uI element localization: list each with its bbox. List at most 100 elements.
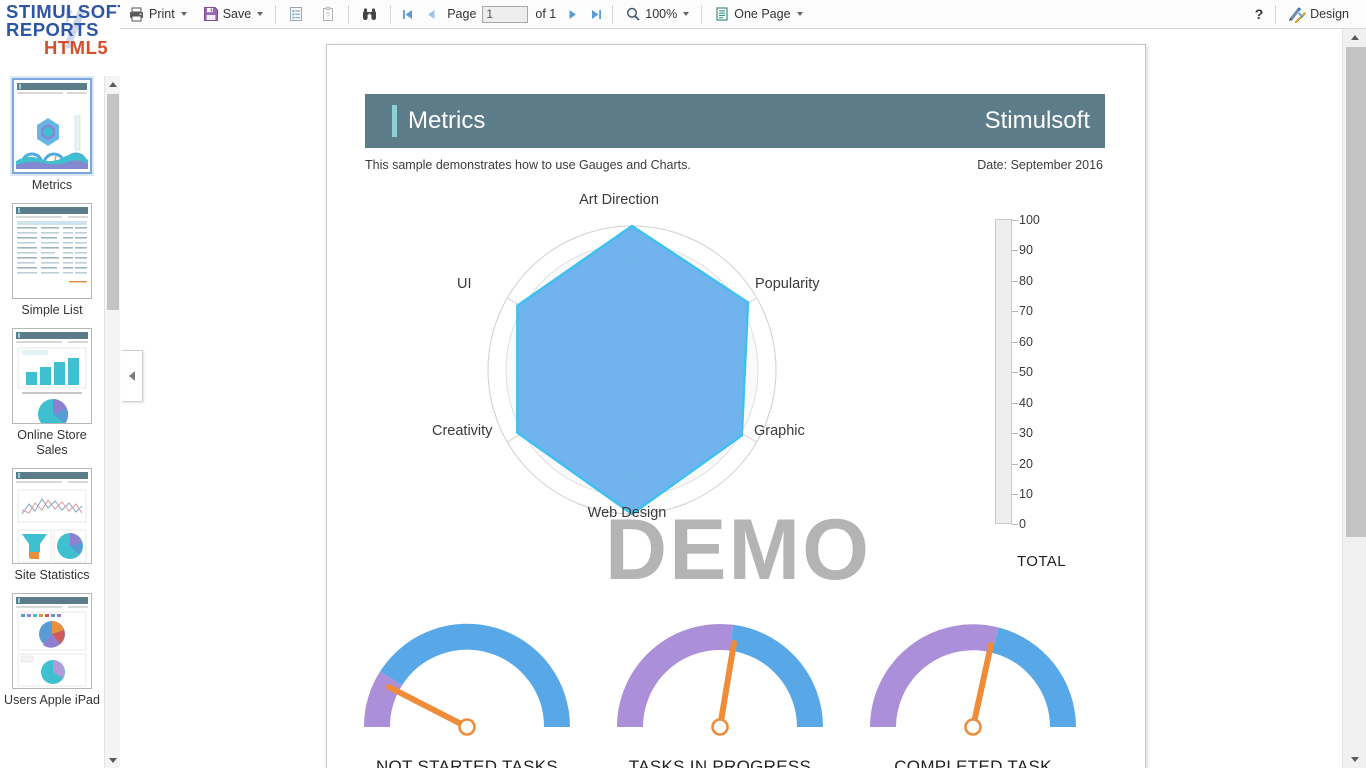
sidebar-collapse-handle[interactable]: [122, 350, 143, 402]
toolbar-divider: [612, 4, 614, 24]
report-subtitle: This sample demonstrates how to use Gaug…: [365, 158, 691, 172]
bookmarks-button[interactable]: [281, 1, 311, 28]
linear-gauge-tick-40: 40: [1019, 396, 1033, 410]
sidebar-item-online-store-sales[interactable]: Online Store Sales: [2, 328, 102, 458]
chevron-down-icon[interactable]: [796, 12, 803, 16]
report-viewport[interactable]: Metrics Stimulsoft This sample demonstra…: [120, 29, 1342, 768]
help-button[interactable]: ?: [1247, 2, 1271, 26]
chevron-up-icon: [109, 81, 117, 87]
first-page-button[interactable]: [395, 2, 419, 26]
linear-gauge-tick-80: 80: [1019, 274, 1033, 288]
report-brand: Stimulsoft: [984, 107, 1090, 134]
toolbar-divider: [1275, 4, 1277, 24]
binoculars-icon: [361, 6, 378, 23]
thumbnail-online-store-sales: [12, 328, 92, 424]
viewer-app: STIMULSOFT REPORTS HTML5 Print Save ? Pa…: [0, 0, 1366, 768]
sidebar-label-simple-list: Simple List: [21, 303, 83, 317]
sidebar-scrollbar[interactable]: [104, 76, 121, 768]
chevron-left-icon: [129, 371, 135, 381]
linear-gauge-tick-30: 30: [1019, 426, 1033, 440]
zoom-button[interactable]: 100%: [618, 1, 696, 28]
main-scrollbar[interactable]: [1342, 29, 1366, 768]
print-label: Print: [149, 7, 175, 21]
page-number-input[interactable]: [482, 5, 529, 23]
design-label: Design: [1310, 7, 1349, 21]
linear-gauge-tick-90: 90: [1019, 243, 1033, 257]
main-scrollbar-thumb[interactable]: [1346, 47, 1366, 537]
prev-page-icon: [427, 9, 435, 19]
view-mode-button[interactable]: One Page: [707, 1, 809, 28]
logo-line-3: HTML5: [44, 37, 109, 58]
one-page-icon: [714, 6, 730, 22]
radar-axis-label-creativity: Creativity: [432, 423, 493, 439]
linear-gauge-bar: [995, 219, 1012, 524]
header-accent-bar: [392, 105, 397, 137]
chevron-down-icon[interactable]: [180, 12, 187, 16]
radar-axis-label-art-direction: Art Direction: [579, 192, 659, 208]
parameters-button[interactable]: ?: [313, 1, 343, 28]
radar-chart: Art Direction Popularity Graphic Web Des…: [432, 192, 819, 535]
gauge-label-tasks-in-progress: TASKS IN PROGRESS: [628, 757, 812, 768]
report-header-band: Metrics Stimulsoft: [365, 94, 1105, 148]
svg-text:?: ?: [326, 13, 330, 20]
find-button[interactable]: [354, 1, 385, 28]
gauge-completed-task: COMPLETED TASK: [865, 605, 1081, 768]
chevron-up-icon: [1350, 35, 1359, 40]
viewer-toolbar: Print Save ? Page 1 of 1 100% One Page ?…: [120, 0, 1366, 29]
next-page-icon: [569, 9, 576, 19]
save-button[interactable]: Save: [196, 1, 271, 28]
toolbar-divider: [275, 4, 277, 24]
radar-axis-label-popularity: Popularity: [755, 276, 820, 292]
clipboard-icon: ?: [320, 6, 336, 22]
floppy-disk-icon: [203, 6, 219, 22]
linear-gauge-tick-60: 60: [1019, 335, 1033, 349]
sidebar-scrollbar-thumb[interactable]: [107, 94, 119, 310]
bookmarks-icon: [288, 6, 304, 22]
thumbnail-site-statistics: [12, 468, 92, 564]
save-label: Save: [222, 7, 252, 21]
radial-gauge-row: NOT STARTED TASKS TASKS IN PROGRESS COMP…: [327, 605, 1145, 768]
main-scroll-down-button[interactable]: [1343, 751, 1366, 768]
last-page-button[interactable]: [584, 2, 608, 26]
last-page-icon: [591, 9, 601, 19]
gauge-completed-task-svg: [870, 624, 1076, 736]
linear-gauge-tick-0: 0: [1019, 517, 1026, 531]
demo-watermark: DEMO: [605, 502, 871, 598]
page-label: Page: [447, 7, 477, 21]
report-thumbnails-sidebar[interactable]: Metrics Simple List Online Store Sales S…: [0, 66, 104, 768]
chevron-down-icon[interactable]: [683, 12, 690, 16]
linear-gauge-tick-20: 20: [1019, 457, 1033, 471]
gauge-label-not-started-tasks: NOT STARTED TASKS: [375, 757, 559, 768]
page-count-label: of 1: [535, 7, 557, 21]
gauge-label-completed-task: COMPLETED TASK: [894, 757, 1052, 768]
sidebar-scroll-up-button[interactable]: [105, 76, 121, 92]
design-ruler-pencil-icon: [1288, 6, 1307, 23]
chevron-down-icon: [1350, 757, 1359, 762]
sidebar-label-online-store-sales: Online Store Sales: [17, 428, 87, 457]
linear-gauge-tick-70: 70: [1019, 304, 1033, 318]
linear-gauge-tick-50: 50: [1019, 365, 1033, 379]
print-button[interactable]: Print: [121, 1, 194, 28]
radar-chart-svg: [487, 224, 777, 516]
gauge-tasks-in-progress: TASKS IN PROGRESS: [612, 605, 828, 768]
report-page: Metrics Stimulsoft This sample demonstra…: [326, 44, 1146, 768]
gauge-tasks-in-progress-svg: [617, 624, 823, 736]
report-date: Date: September 2016: [977, 158, 1103, 172]
next-page-button[interactable]: [560, 2, 584, 26]
sidebar-scroll-down-button[interactable]: [105, 752, 121, 768]
sidebar-item-metrics[interactable]: Metrics: [2, 78, 102, 193]
sidebar-item-users-apple-ipad[interactable]: Users Apple iPad: [2, 593, 102, 708]
sidebar-label-site-statistics: Site Statistics: [14, 568, 90, 582]
toolbar-divider: [348, 4, 350, 24]
main-scroll-up-button[interactable]: [1343, 29, 1366, 46]
magnifier-icon: [625, 6, 641, 22]
chevron-down-icon: [109, 757, 117, 763]
sidebar-item-simple-list[interactable]: Simple List: [2, 203, 102, 318]
chevron-down-icon[interactable]: [257, 12, 264, 16]
prev-page-button[interactable]: [419, 2, 443, 26]
product-logo: STIMULSOFT REPORTS HTML5: [0, 0, 120, 66]
radar-series-polygon: [516, 224, 750, 516]
radar-axis-label-graphic: Graphic: [754, 423, 805, 439]
sidebar-item-site-statistics[interactable]: Site Statistics: [2, 468, 102, 583]
design-button[interactable]: Design: [1281, 1, 1356, 28]
